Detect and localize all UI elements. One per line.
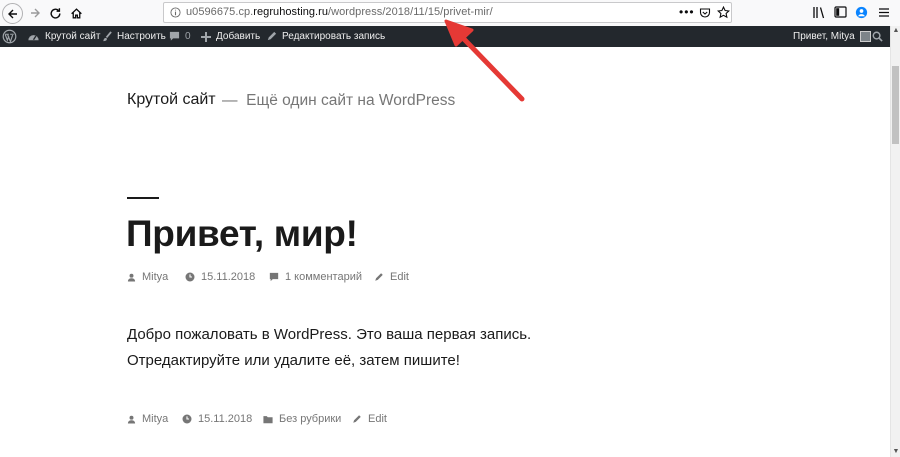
adminbar-search[interactable] (872, 26, 888, 47)
pencil-icon (267, 31, 277, 41)
sync-account-icon[interactable] (852, 3, 870, 21)
adminbar-edit-post-label: Редактировать запись (282, 31, 386, 42)
url-text[interactable]: u0596675.cp.regruhosting.ru/wordpress/20… (186, 6, 493, 18)
title-separator: — (222, 92, 238, 109)
wp-admin-bar: Крутой сайт Настроить 0 Добавить Редакти… (0, 26, 890, 47)
comment-bubble-icon (169, 31, 180, 41)
adminbar-greeting: Привет, Mitya (793, 31, 855, 42)
footer-post-date[interactable]: 15.11.2018 (182, 411, 252, 427)
user-icon (127, 415, 136, 424)
library-icon[interactable] (810, 3, 828, 21)
post-author[interactable]: Mitya (127, 269, 168, 285)
adminbar-add-new-label: Добавить (216, 31, 261, 42)
open-menu-icon[interactable] (875, 3, 893, 21)
avatar (859, 31, 871, 42)
dashboard-gauge-icon (28, 35, 39, 41)
post-edit-link[interactable]: Edit (374, 269, 409, 285)
browser-toolbar: u0596675.cp.regruhosting.ru/wordpress/20… (0, 0, 900, 26)
adminbar-site-label: Крутой сайт (45, 31, 101, 42)
page-scrollbar[interactable]: ▲ ▼ (890, 26, 900, 457)
adminbar-comments[interactable]: 0 (169, 26, 191, 47)
comments-count: 0 (185, 31, 191, 42)
post-author-name: Mitya (142, 271, 169, 283)
post-edit-text: Edit (390, 271, 409, 283)
site-description: — Ещё один сайт на WordPress (222, 92, 455, 110)
user-icon (127, 273, 136, 282)
scroll-up-arrow-icon[interactable]: ▲ (891, 26, 900, 36)
bookmark-star-icon[interactable] (717, 6, 730, 19)
post-content-line: Добро пожаловать в WordPress. Это ваша п… (127, 326, 532, 343)
comment-icon (269, 272, 279, 282)
post-comments-link[interactable]: 1 комментарий (269, 269, 362, 285)
pencil-icon (353, 415, 361, 423)
adminbar-my-account[interactable]: Привет, Mitya (793, 26, 871, 47)
footer-date-text: 15.11.2018 (198, 413, 253, 425)
adminbar-customize-label: Настроить (117, 31, 166, 42)
page-actions-icon[interactable]: ••• (679, 5, 695, 19)
pocket-icon[interactable] (699, 7, 711, 19)
post-comments-text: 1 комментарий (285, 271, 362, 283)
footer-edit-text: Edit (368, 413, 387, 425)
sidebar-icon[interactable] (831, 3, 849, 21)
back-button[interactable] (2, 3, 23, 24)
post-date[interactable]: 15.11.2018 (185, 269, 255, 285)
scroll-down-arrow-icon[interactable]: ▼ (891, 447, 900, 457)
scrollbar-thumb[interactable] (892, 66, 899, 144)
site-title[interactable]: Крутой сайт (127, 91, 216, 109)
url-bar[interactable]: u0596675.cp.regruhosting.ru/wordpress/20… (163, 2, 732, 23)
adminbar-add-new[interactable]: Добавить (201, 26, 260, 47)
folder-icon (263, 415, 273, 423)
search-icon (872, 31, 883, 42)
footer-author-name: Mitya (142, 413, 169, 425)
adminbar-customize[interactable]: Настроить (101, 26, 166, 47)
post-content-line: Отредактируйте или удалите её, затем пиш… (127, 352, 460, 369)
forward-button[interactable] (25, 3, 45, 23)
plus-icon (201, 31, 211, 42)
post-date-text: 15.11.2018 (201, 271, 256, 283)
info-icon[interactable] (170, 7, 181, 18)
reload-icon (49, 7, 61, 19)
post-title: Привет, мир! (126, 213, 358, 254)
site-tagline: Ещё один сайт на WordPress (246, 92, 456, 109)
home-icon (70, 7, 82, 18)
forward-arrow-icon (31, 8, 40, 18)
clock-icon (185, 272, 195, 282)
adminbar-site-name[interactable]: Крутой сайт (27, 26, 100, 47)
back-arrow-icon (7, 9, 17, 18)
paintbrush-icon (103, 31, 112, 42)
post-divider (127, 197, 159, 199)
wp-logo-menu[interactable] (2, 26, 22, 47)
footer-post-edit-link[interactable]: Edit (352, 411, 387, 427)
home-button[interactable] (66, 3, 86, 23)
adminbar-edit-post[interactable]: Редактировать запись (266, 26, 385, 47)
footer-category-text: Без рубрики (279, 413, 342, 425)
wordpress-logo-icon (2, 29, 17, 44)
pencil-icon (375, 273, 383, 281)
clock-icon (182, 414, 192, 424)
reload-button[interactable] (45, 3, 65, 23)
footer-post-author[interactable]: Mitya (127, 411, 168, 427)
footer-post-category[interactable]: Без рубрики (263, 411, 341, 427)
